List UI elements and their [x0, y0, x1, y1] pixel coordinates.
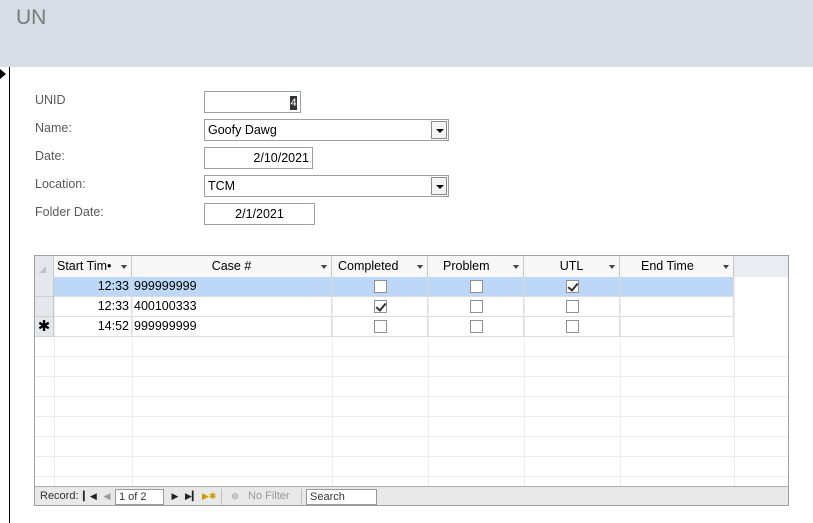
- name-value: Goofy Dawg: [208, 123, 277, 137]
- grid-line: [35, 417, 788, 437]
- grid-line: [35, 377, 788, 397]
- current-record-arrow-icon: [0, 69, 6, 79]
- col-header-problem[interactable]: Problem: [428, 256, 524, 277]
- cell-start-time[interactable]: 12:33: [54, 277, 132, 297]
- col-header-utl[interactable]: UTL: [524, 256, 620, 277]
- date-field[interactable]: 2/10/2021: [204, 147, 313, 169]
- unid-field[interactable]: 4: [204, 91, 301, 113]
- new-record-icon[interactable]: ✱: [35, 317, 54, 337]
- col-header-completed[interactable]: Completed: [332, 256, 428, 277]
- cell-case[interactable]: 999999999: [132, 277, 332, 297]
- col-header-case[interactable]: Case #: [132, 256, 332, 277]
- utl-checkbox[interactable]: [565, 320, 579, 333]
- datasheet-header: Start Tim• Case # Completed Problem UTL …: [35, 256, 788, 277]
- grid-line: [35, 357, 788, 377]
- problem-checkbox[interactable]: [469, 280, 483, 293]
- location-dropdown-button[interactable]: [431, 177, 447, 195]
- nav-divider: [301, 489, 302, 505]
- utl-checkbox[interactable]: [565, 300, 579, 313]
- folder-date-field[interactable]: 2/1/2021: [204, 203, 315, 225]
- filter-icon[interactable]: ⊛: [229, 490, 241, 503]
- completed-checkbox[interactable]: [373, 300, 387, 313]
- form-header: UN: [0, 0, 813, 67]
- first-record-icon[interactable]: ▎◀: [83, 490, 97, 503]
- cell-case[interactable]: 400100333: [132, 297, 332, 317]
- new-record-icon[interactable]: ▶✱: [202, 490, 216, 503]
- cell-end-time[interactable]: [620, 297, 734, 317]
- cell-utl: [524, 277, 620, 297]
- sort-dropdown-icon[interactable]: [121, 265, 127, 269]
- table-row[interactable]: 12:33 999999999: [35, 277, 734, 297]
- grid-line: [35, 337, 788, 357]
- record-navigation-bar: Record: ▎◀ ◀ 1 of 2 ▶ ▶▎ ▶✱ ⊛ No Filter …: [35, 486, 788, 505]
- name-combobox[interactable]: Goofy Dawg: [204, 119, 449, 141]
- table-row[interactable]: ✱ 14:52 999999999: [35, 317, 734, 337]
- unid-label: UNID: [35, 93, 66, 107]
- next-record-icon[interactable]: ▶: [169, 490, 181, 503]
- cell-problem: [428, 277, 524, 297]
- location-label: Location:: [35, 177, 86, 191]
- sort-dropdown-icon[interactable]: [321, 265, 327, 269]
- grid-line: [35, 397, 788, 417]
- table-row[interactable]: 12:33 400100333: [35, 297, 734, 317]
- cell-end-time[interactable]: [620, 277, 734, 297]
- cell-end-time[interactable]: [620, 317, 734, 337]
- row-selector[interactable]: [35, 297, 54, 317]
- cell-problem: [428, 297, 524, 317]
- cell-completed: [332, 297, 428, 317]
- nav-divider: [221, 489, 222, 505]
- location-value: TCM: [208, 179, 236, 193]
- col-header-start-time[interactable]: Start Tim•: [54, 256, 132, 277]
- cases-subform: Start Tim• Case # Completed Problem UTL …: [34, 255, 789, 506]
- header-filler: [734, 256, 788, 277]
- problem-checkbox[interactable]: [469, 300, 483, 313]
- cell-problem: [428, 317, 524, 337]
- col-header-end-time[interactable]: End Time: [620, 256, 734, 277]
- cell-case[interactable]: 999999999: [132, 317, 332, 337]
- form-title: UN: [16, 6, 47, 29]
- utl-checkbox[interactable]: [565, 280, 579, 293]
- location-combobox[interactable]: TCM: [204, 175, 449, 197]
- name-label: Name:: [35, 121, 72, 135]
- cell-start-time[interactable]: 14:52: [54, 317, 132, 337]
- previous-record-icon[interactable]: ◀: [101, 490, 113, 503]
- sort-dropdown-icon[interactable]: [609, 265, 615, 269]
- search-input[interactable]: Search: [306, 489, 377, 505]
- cell-completed: [332, 277, 428, 297]
- grid-line: [35, 437, 788, 457]
- unid-value: 4: [290, 96, 297, 110]
- form-record-selector[interactable]: [0, 67, 10, 523]
- no-filter-button[interactable]: No Filter: [248, 490, 290, 503]
- sort-dropdown-icon[interactable]: [417, 265, 423, 269]
- date-label: Date:: [35, 149, 65, 163]
- record-position-input[interactable]: 1 of 2: [115, 489, 164, 505]
- completed-checkbox[interactable]: [373, 320, 387, 333]
- select-all-corner[interactable]: [35, 256, 54, 277]
- cell-start-time[interactable]: 12:33: [54, 297, 132, 317]
- problem-checkbox[interactable]: [469, 320, 483, 333]
- last-record-icon[interactable]: ▶▎: [185, 490, 199, 503]
- cell-utl: [524, 297, 620, 317]
- name-dropdown-button[interactable]: [431, 121, 447, 139]
- sort-dropdown-icon[interactable]: [723, 265, 729, 269]
- completed-checkbox[interactable]: [373, 280, 387, 293]
- sort-dropdown-icon[interactable]: [513, 265, 519, 269]
- grid-line: [35, 457, 788, 477]
- cell-completed: [332, 317, 428, 337]
- cell-utl: [524, 317, 620, 337]
- folder-date-label: Folder Date:: [35, 205, 104, 219]
- row-selector[interactable]: [35, 277, 54, 297]
- record-label: Record:: [40, 490, 79, 502]
